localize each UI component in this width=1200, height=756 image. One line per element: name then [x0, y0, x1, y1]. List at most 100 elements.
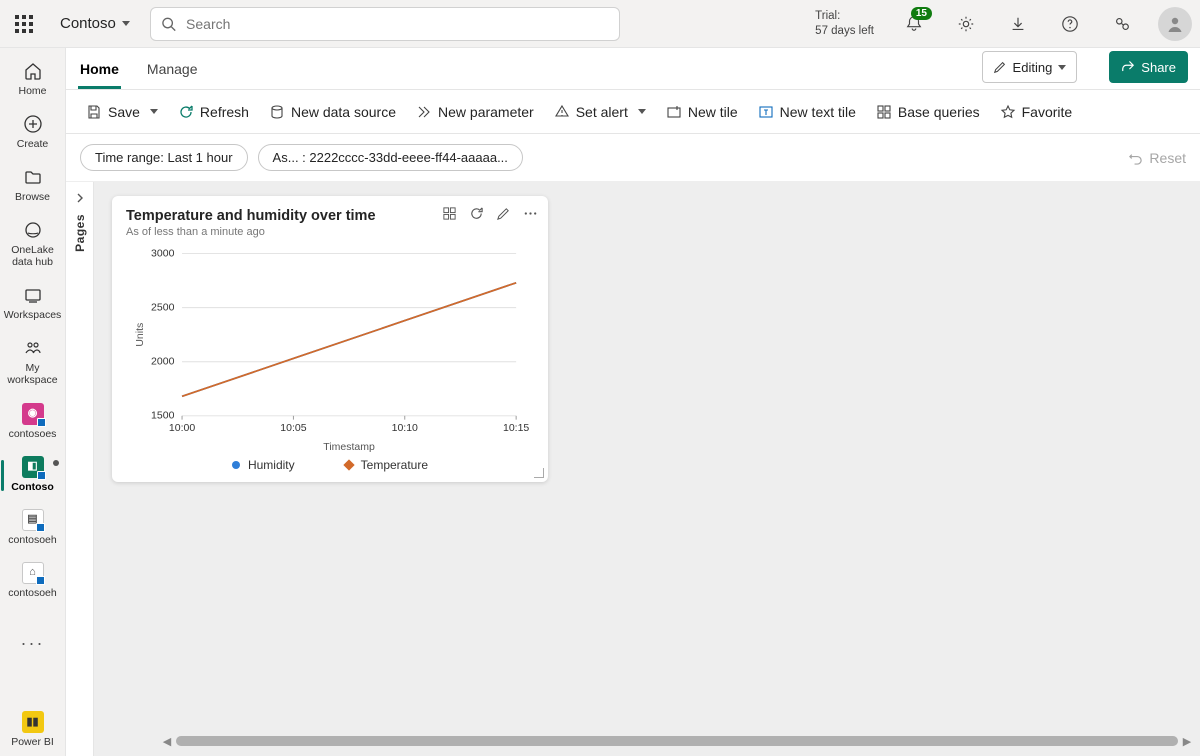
horizontal-scrollbar[interactable]: [176, 736, 1178, 746]
undo-icon: [1128, 150, 1143, 165]
nav-contosoeh-1[interactable]: ▤ contosoeh: [1, 503, 65, 554]
my-workspace-icon: [23, 338, 43, 358]
nav-label: contosoeh: [8, 534, 56, 546]
alert-icon: [554, 104, 570, 120]
nav-more[interactable]: ···: [1, 627, 65, 662]
tile-explore-button[interactable]: [442, 206, 457, 221]
set-alert-button[interactable]: Set alert: [544, 98, 656, 126]
star-icon: [1000, 104, 1016, 120]
base-queries-button[interactable]: Base queries: [866, 98, 990, 126]
save-button[interactable]: Save: [76, 98, 168, 126]
tab-home[interactable]: Home: [78, 51, 121, 89]
dashboard-canvas[interactable]: Temperature and humidity over time As of…: [94, 182, 1200, 756]
kql-db-icon: ▤: [22, 509, 44, 531]
download-button[interactable]: [998, 4, 1038, 44]
temperature-marker-icon: [343, 459, 354, 470]
nav-label: OneLake data hub: [1, 244, 65, 268]
gear-icon: [957, 15, 975, 33]
main-content: Home Manage Editing Share Save Refre: [66, 48, 1200, 756]
nav-contosoes[interactable]: ◉ contosoes: [1, 397, 65, 448]
share-label: Share: [1141, 60, 1176, 75]
chart-legend: Humidity Temperature: [126, 458, 534, 472]
nav-powerbi[interactable]: ▮▮ Power BI: [1, 705, 65, 756]
feedback-button[interactable]: [1102, 4, 1142, 44]
account-avatar[interactable]: [1158, 7, 1192, 41]
workspace-name: Contoso: [60, 15, 116, 32]
chevron-down-icon: [122, 21, 130, 26]
search-input[interactable]: [184, 15, 609, 33]
favorite-button[interactable]: Favorite: [990, 98, 1083, 126]
scroll-right-arrow[interactable]: ▶: [1180, 734, 1194, 748]
new-text-tile-button[interactable]: New text tile: [748, 98, 866, 126]
top-bar: Contoso Trial: 57 days left 15: [0, 0, 1200, 48]
page-tabs: Home Manage Editing Share: [66, 48, 1200, 90]
svg-text:1500: 1500: [151, 410, 175, 422]
nav-label: Power BI: [11, 736, 54, 748]
app-launcher-icon[interactable]: [8, 8, 40, 40]
feedback-icon: [1113, 15, 1131, 33]
pages-rail: Pages: [66, 182, 94, 756]
legend-temperature: Temperature: [345, 458, 428, 472]
download-icon: [1009, 15, 1027, 33]
tile-icon: [666, 104, 682, 120]
workspaces-icon: [23, 285, 43, 305]
svg-text:10:15: 10:15: [503, 422, 529, 434]
nav-create[interactable]: Create: [1, 107, 65, 158]
text-tile-icon: [758, 104, 774, 120]
scroll-left-arrow[interactable]: ◀: [160, 734, 174, 748]
nav-label: Home: [18, 85, 46, 97]
new-tile-button[interactable]: New tile: [656, 98, 748, 126]
chevron-down-icon: [1058, 65, 1066, 70]
tile-refresh-button[interactable]: [469, 206, 484, 221]
workspace-switcher[interactable]: Contoso: [52, 15, 138, 32]
asset-filter-pill[interactable]: As... : 2222cccc-33dd-eeee-ff44-aaaaa...: [258, 144, 523, 171]
scrollbar-thumb[interactable]: [176, 736, 1178, 746]
notifications-button[interactable]: 15: [894, 4, 934, 44]
nav-contosoeh-2[interactable]: ⌂ contosoeh: [1, 556, 65, 607]
pencil-icon: [496, 206, 511, 221]
filter-bar: Time range: Last 1 hour As... : 2222cccc…: [66, 134, 1200, 182]
nav-label: contosoeh: [8, 587, 56, 599]
unsaved-dot-icon: [53, 460, 59, 466]
svg-text:Units: Units: [134, 323, 146, 347]
nav-label: Create: [17, 138, 49, 150]
powerbi-icon: ▮▮: [22, 711, 44, 733]
ellipsis-icon: ···: [21, 633, 45, 654]
editing-mode-button[interactable]: Editing: [982, 51, 1078, 83]
svg-text:10:10: 10:10: [392, 422, 418, 434]
nav-workspaces[interactable]: Workspaces: [1, 278, 65, 329]
chevron-right-icon: [74, 192, 86, 204]
home-icon: [23, 61, 43, 81]
share-button[interactable]: Share: [1109, 51, 1188, 83]
tile-resize-handle[interactable]: [534, 468, 544, 478]
new-parameter-button[interactable]: New parameter: [406, 98, 544, 126]
tile-edit-button[interactable]: [496, 206, 511, 221]
help-button[interactable]: [1050, 4, 1090, 44]
refresh-button[interactable]: Refresh: [168, 98, 259, 126]
onelake-icon: [23, 220, 43, 240]
nav-home[interactable]: Home: [1, 54, 65, 105]
refresh-icon: [469, 206, 484, 221]
parameter-icon: [416, 104, 432, 120]
nav-label: My workspace: [1, 362, 65, 386]
nav-contoso[interactable]: ◧ Contoso: [1, 450, 65, 501]
reset-button[interactable]: Reset: [1128, 150, 1186, 166]
editing-label: Editing: [1013, 60, 1053, 75]
expand-pages-button[interactable]: [74, 192, 86, 204]
tile-more-button[interactable]: [523, 206, 538, 221]
save-icon: [86, 104, 102, 120]
search-icon: [161, 16, 176, 32]
folder-icon: [23, 167, 43, 187]
settings-button[interactable]: [946, 4, 986, 44]
chart-tile[interactable]: Temperature and humidity over time As of…: [112, 196, 548, 482]
nav-my-workspace[interactable]: My workspace: [1, 331, 65, 394]
tile-toolbar: [442, 206, 538, 221]
search-box[interactable]: [150, 7, 620, 41]
nav-browse[interactable]: Browse: [1, 160, 65, 211]
refresh-icon: [178, 104, 194, 120]
tab-manage[interactable]: Manage: [145, 51, 200, 89]
nav-onelake[interactable]: OneLake data hub: [1, 213, 65, 276]
time-range-pill[interactable]: Time range: Last 1 hour: [80, 144, 248, 171]
new-data-source-button[interactable]: New data source: [259, 98, 406, 126]
trial-status: Trial: 57 days left: [815, 9, 874, 38]
